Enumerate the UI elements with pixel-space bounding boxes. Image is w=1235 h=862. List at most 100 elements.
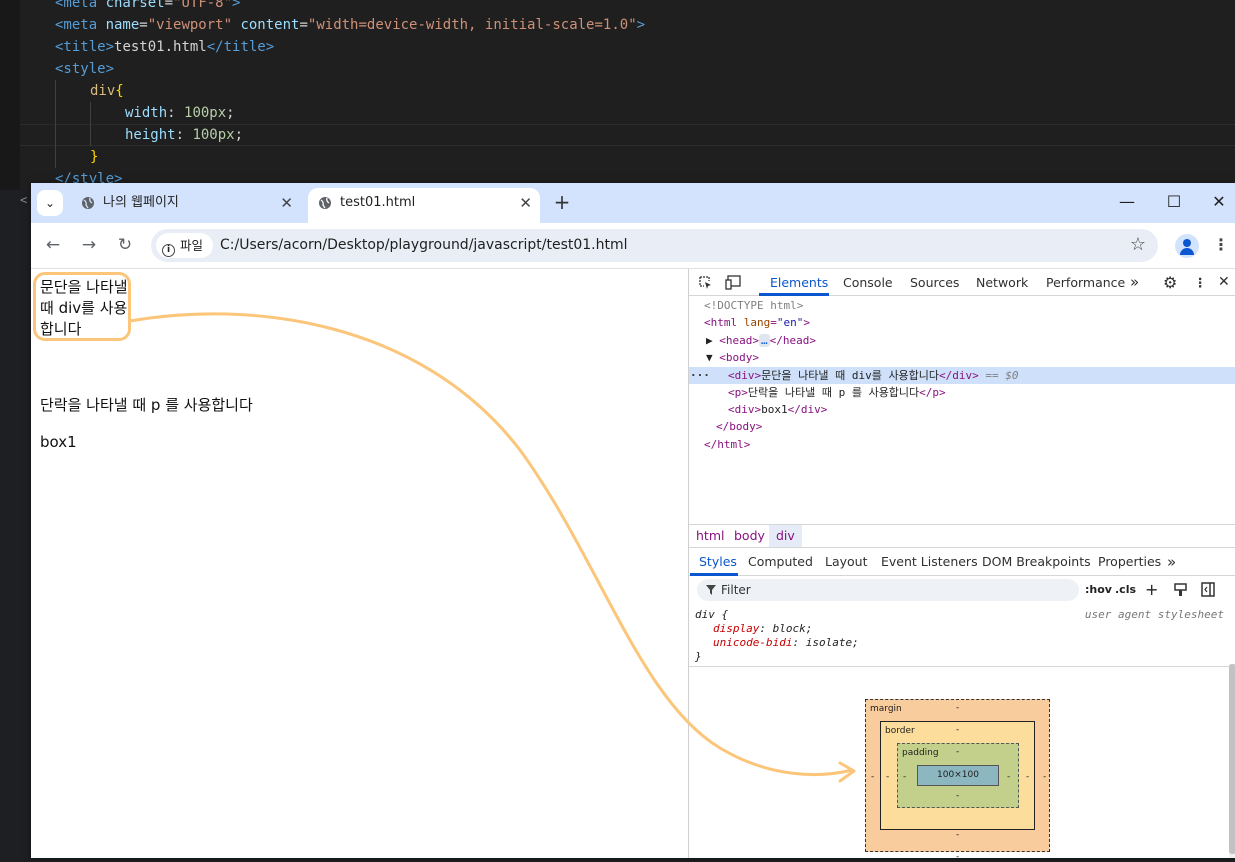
close-window-button[interactable]: ✕ bbox=[1205, 191, 1233, 215]
tab-console[interactable]: Console bbox=[843, 269, 893, 296]
box-model-dash: - bbox=[886, 772, 890, 782]
code-line-meta-charset: <meta charset="UTF-8"> bbox=[55, 0, 241, 11]
tab-network[interactable]: Network bbox=[976, 269, 1028, 296]
tab-dom-breakpoints[interactable]: DOM Breakpoints bbox=[982, 548, 1091, 576]
toggle-sidebar-icon[interactable] bbox=[1201, 582, 1215, 597]
box-model-dash: - bbox=[1026, 772, 1030, 782]
box-model-dash: - bbox=[956, 791, 960, 801]
css-rule-block[interactable]: div { user agent stylesheet display: blo… bbox=[689, 604, 1235, 667]
tab-sources[interactable]: Sources bbox=[910, 269, 959, 296]
reload-button[interactable]: ↻ bbox=[113, 234, 137, 258]
dom-head[interactable]: ▶ <head>… </head> bbox=[706, 332, 816, 349]
tab-my-webpage[interactable]: 나의 웹페이지 ✕ bbox=[71, 188, 301, 223]
settings-gear-icon[interactable]: ⚙ bbox=[1163, 269, 1177, 296]
inspect-element-icon[interactable] bbox=[698, 275, 713, 290]
indent-guide bbox=[90, 102, 91, 146]
dom-p[interactable]: <p>단락을 나타낼 때 p 를 사용합니다</p> bbox=[728, 384, 946, 401]
dom-body[interactable]: ▼ <body> bbox=[706, 349, 759, 366]
decl-unicode-bidi[interactable]: unicode-bidi: isolate; bbox=[713, 636, 859, 650]
highlight-annotation bbox=[33, 272, 131, 341]
styles-scrollbar[interactable] bbox=[1229, 664, 1235, 858]
breadcrumb-div[interactable]: div bbox=[769, 525, 802, 547]
site-info-chip[interactable]: i 파일 bbox=[156, 233, 214, 258]
code-line-div-selector: div{ bbox=[90, 83, 124, 99]
decl-display[interactable]: display: block; bbox=[713, 622, 812, 636]
code-line-title: <title>test01.html</title> bbox=[55, 39, 275, 55]
url-text[interactable]: C:/Users/acorn/Desktop/playground/javasc… bbox=[220, 229, 628, 262]
devtools-toolbar: Elements Console Sources Network Perform… bbox=[689, 269, 1235, 296]
bookmark-star-icon[interactable]: ☆ bbox=[1130, 229, 1146, 261]
dom-div-selected[interactable]: <div>문단을 나타낼 때 div를 사용합니다</div> == $0 bbox=[728, 367, 1019, 384]
box-model-dash: - bbox=[956, 703, 960, 713]
chip-label: 파일 bbox=[180, 238, 204, 253]
forward-button[interactable]: → bbox=[77, 234, 101, 258]
page-paragraph: 단락을 나타낼 때 p 를 사용합니다 bbox=[40, 396, 253, 414]
breadcrumb-html[interactable]: html bbox=[696, 525, 724, 547]
code-line-style-open: <style> bbox=[55, 61, 115, 77]
close-devtools-icon[interactable]: ✕ bbox=[1218, 269, 1230, 296]
device-toolbar-icon[interactable] bbox=[725, 275, 742, 290]
tab-computed[interactable]: Computed bbox=[748, 548, 813, 576]
code-line-meta-viewport: <meta name="viewport" content="width=dev… bbox=[55, 17, 646, 33]
box-model-dash: - bbox=[956, 725, 960, 735]
tab-layout[interactable]: Layout bbox=[825, 548, 868, 576]
collapsed-ellipsis[interactable]: … bbox=[759, 334, 770, 347]
tab-performance[interactable]: Performance bbox=[1046, 269, 1125, 296]
code-editor[interactable]: <meta charset="UTF-8"> <meta name="viewpo… bbox=[0, 0, 1235, 207]
styles-filter-input[interactable]: Filter bbox=[697, 579, 1079, 601]
minimize-button[interactable]: — bbox=[1113, 191, 1141, 215]
box-model-dash: - bbox=[903, 772, 907, 782]
box-model-dash: - bbox=[1007, 772, 1011, 782]
code-line-brace-close: } bbox=[90, 149, 99, 165]
dom-body-close[interactable]: </body> bbox=[716, 418, 762, 435]
box-model-dash: - bbox=[956, 830, 960, 840]
tab-strip: ⌄ 나의 웹페이지 ✕ test01.html ✕ + — ☐ ✕ bbox=[31, 183, 1235, 223]
box-model-content[interactable]: 100×100 bbox=[917, 765, 999, 786]
box-model-dash: - bbox=[1043, 772, 1047, 782]
dom-html-close[interactable]: </html> bbox=[704, 436, 750, 453]
dom-box1[interactable]: <div>box1</div> bbox=[728, 401, 827, 418]
tab-event-listeners[interactable]: Event Listeners bbox=[881, 548, 978, 576]
more-tabs-icon[interactable]: » bbox=[1130, 269, 1139, 296]
code-line-width-decl: width: 100px; bbox=[125, 105, 235, 121]
editor-gutter bbox=[0, 0, 20, 190]
tab-title: test01.html bbox=[340, 195, 416, 210]
cls-button[interactable]: .cls bbox=[1115, 579, 1136, 601]
address-bar[interactable]: i 파일 C:/Users/acorn/Desktop/playground/ja… bbox=[151, 229, 1158, 262]
breadcrumb: html body div bbox=[689, 524, 1235, 548]
filter-icon bbox=[706, 585, 716, 595]
tab-search-button[interactable]: ⌄ bbox=[37, 190, 63, 216]
more-subtabs-icon[interactable]: » bbox=[1167, 548, 1176, 576]
node-dots-icon[interactable]: ··· bbox=[690, 367, 710, 384]
indent-guide bbox=[55, 80, 56, 168]
close-tab-icon[interactable]: ✕ bbox=[519, 188, 532, 218]
close-tab-icon[interactable]: ✕ bbox=[280, 188, 293, 218]
tab-test01[interactable]: test01.html ✕ bbox=[308, 188, 540, 223]
new-tab-button[interactable]: + bbox=[550, 189, 574, 217]
expand-triangle-icon[interactable]: ▶ bbox=[706, 334, 719, 347]
collapse-triangle-icon[interactable]: ▼ bbox=[706, 351, 719, 364]
dom-html[interactable]: <html lang="en"> bbox=[704, 314, 810, 331]
info-icon: i bbox=[162, 244, 175, 257]
dom-tree[interactable]: <!DOCTYPE html> <html lang="en"> ▶ <head… bbox=[689, 296, 1235, 524]
hov-button[interactable]: :hov bbox=[1085, 579, 1112, 601]
devtools-menu-icon[interactable]: ⋮ bbox=[1194, 269, 1207, 296]
new-rule-icon[interactable]: + bbox=[1145, 579, 1158, 601]
globe-icon bbox=[319, 197, 331, 209]
maximize-button[interactable]: ☐ bbox=[1160, 191, 1188, 215]
tab-elements[interactable]: Elements bbox=[770, 269, 828, 296]
fold-marker: < bbox=[20, 193, 28, 207]
tab-title: 나의 웹페이지 bbox=[103, 195, 179, 210]
active-subtab-underline bbox=[690, 573, 738, 576]
filter-placeholder: Filter bbox=[721, 583, 751, 597]
paint-brush-icon[interactable] bbox=[1174, 583, 1187, 597]
code-line-height-decl: height: 100px; bbox=[125, 127, 244, 143]
breadcrumb-body[interactable]: body bbox=[734, 525, 765, 547]
dom-doctype[interactable]: <!DOCTYPE html> bbox=[704, 297, 803, 314]
tab-properties[interactable]: Properties bbox=[1098, 548, 1161, 576]
tab-styles[interactable]: Styles bbox=[699, 548, 737, 576]
browser-menu-icon[interactable]: ⋮ bbox=[1211, 234, 1231, 258]
box-model-dash: - bbox=[956, 852, 960, 862]
profile-avatar[interactable] bbox=[1175, 234, 1199, 258]
back-button[interactable]: ← bbox=[41, 234, 65, 258]
